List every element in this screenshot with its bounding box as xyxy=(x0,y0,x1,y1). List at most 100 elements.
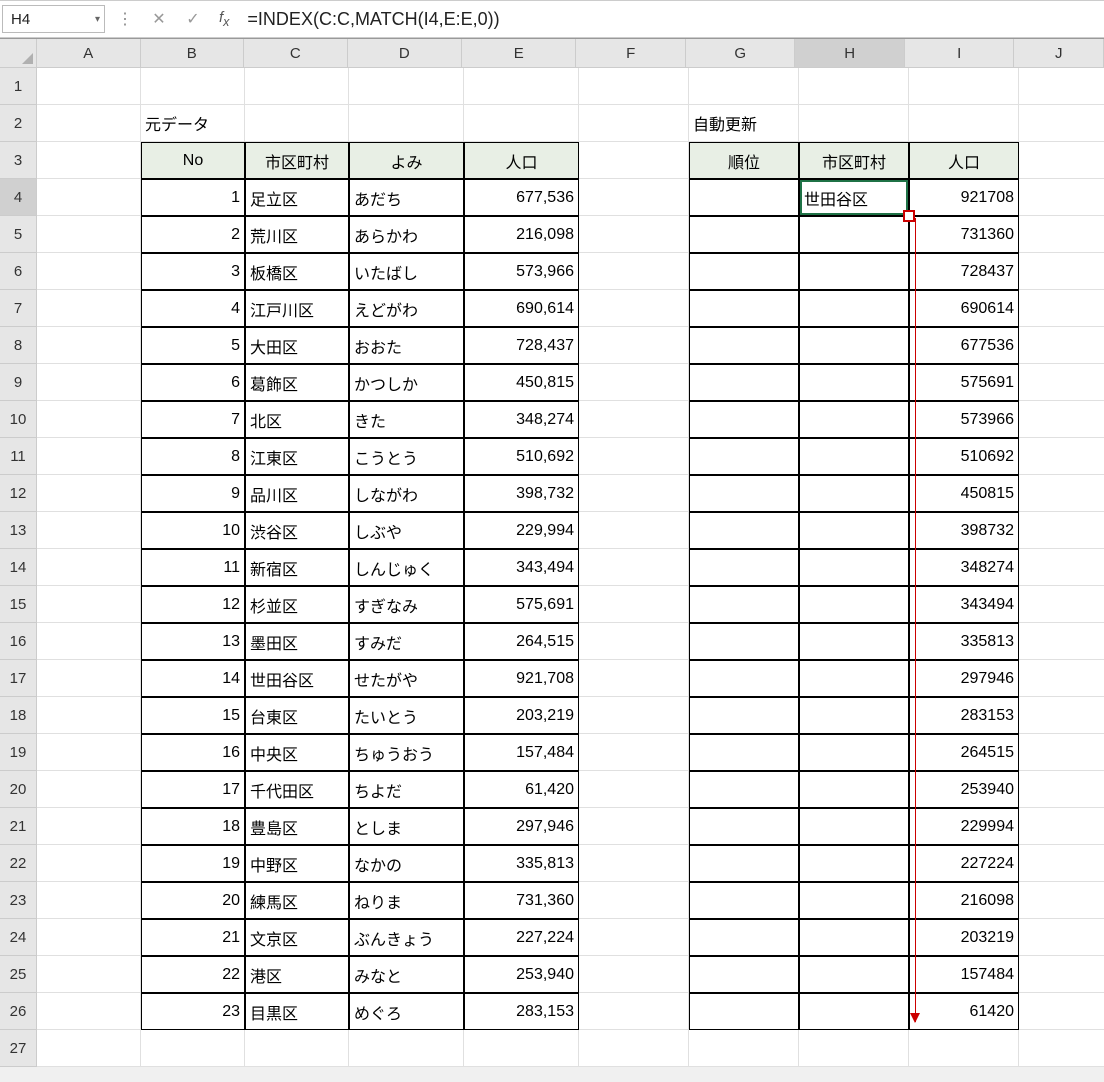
cell-C1[interactable] xyxy=(245,68,349,105)
cell-I17[interactable]: 297946 xyxy=(909,660,1019,697)
cell-D19[interactable]: ちゅうおう xyxy=(349,734,464,771)
cell-E16[interactable]: 264,515 xyxy=(464,623,579,660)
cell-C11[interactable]: 江東区 xyxy=(245,438,349,475)
cell-J21[interactable] xyxy=(1019,808,1104,845)
cell-F26[interactable] xyxy=(579,993,689,1030)
cell-F1[interactable] xyxy=(579,68,689,105)
cell-G9[interactable] xyxy=(689,364,799,401)
cell-A26[interactable] xyxy=(37,993,141,1030)
cell-H24[interactable] xyxy=(799,919,909,956)
cell-C22[interactable]: 中野区 xyxy=(245,845,349,882)
cell-E8[interactable]: 728,437 xyxy=(464,327,579,364)
cell-E17[interactable]: 921,708 xyxy=(464,660,579,697)
cell-A10[interactable] xyxy=(37,401,141,438)
cell-F10[interactable] xyxy=(579,401,689,438)
cell-G7[interactable] xyxy=(689,290,799,327)
cell-J10[interactable] xyxy=(1019,401,1104,438)
row-header[interactable]: 4 xyxy=(0,179,37,216)
cell-C9[interactable]: 葛飾区 xyxy=(245,364,349,401)
cell-J11[interactable] xyxy=(1019,438,1104,475)
cell-I3[interactable]: 人口 xyxy=(909,142,1019,179)
cell-D14[interactable]: しんじゅく xyxy=(349,549,464,586)
cell-J24[interactable] xyxy=(1019,919,1104,956)
cell-B6[interactable]: 3 xyxy=(141,253,245,290)
cell-D8[interactable]: おおた xyxy=(349,327,464,364)
cell-E3[interactable]: 人口 xyxy=(464,142,579,179)
cell-H27[interactable] xyxy=(799,1030,909,1067)
cell-B1[interactable] xyxy=(141,68,245,105)
cell-G1[interactable] xyxy=(689,68,799,105)
cell-G10[interactable] xyxy=(689,401,799,438)
cell-G15[interactable] xyxy=(689,586,799,623)
cell-E23[interactable]: 731,360 xyxy=(464,882,579,919)
row-header[interactable]: 5 xyxy=(0,216,37,253)
cell-H9[interactable] xyxy=(799,364,909,401)
cell-A20[interactable] xyxy=(37,771,141,808)
cell-D22[interactable]: なかの xyxy=(349,845,464,882)
cell-B27[interactable] xyxy=(141,1030,245,1067)
cell-H5[interactable] xyxy=(799,216,909,253)
cell-I21[interactable]: 229994 xyxy=(909,808,1019,845)
row-header[interactable]: 24 xyxy=(0,919,37,956)
cell-F23[interactable] xyxy=(579,882,689,919)
cell-G8[interactable] xyxy=(689,327,799,364)
cell-D20[interactable]: ちよだ xyxy=(349,771,464,808)
cell-E13[interactable]: 229,994 xyxy=(464,512,579,549)
cell-B12[interactable]: 9 xyxy=(141,475,245,512)
cell-G11[interactable] xyxy=(689,438,799,475)
cell-I9[interactable]: 575691 xyxy=(909,364,1019,401)
fill-handle[interactable] xyxy=(903,210,915,222)
cell-G2[interactable]: 自動更新 xyxy=(689,105,799,142)
column-header-G[interactable]: G xyxy=(686,39,795,67)
row-header[interactable]: 27 xyxy=(0,1030,37,1067)
cell-G4[interactable] xyxy=(689,179,799,216)
cell-J12[interactable] xyxy=(1019,475,1104,512)
cell-B16[interactable]: 13 xyxy=(141,623,245,660)
cell-H26[interactable] xyxy=(799,993,909,1030)
cell-C5[interactable]: 荒川区 xyxy=(245,216,349,253)
cell-J15[interactable] xyxy=(1019,586,1104,623)
cell-F21[interactable] xyxy=(579,808,689,845)
cell-A4[interactable] xyxy=(37,179,141,216)
cell-J23[interactable] xyxy=(1019,882,1104,919)
cell-D6[interactable]: いたばし xyxy=(349,253,464,290)
cell-A15[interactable] xyxy=(37,586,141,623)
column-header-A[interactable]: A xyxy=(37,39,141,67)
cell-G27[interactable] xyxy=(689,1030,799,1067)
row-header[interactable]: 3 xyxy=(0,142,37,179)
cell-G19[interactable] xyxy=(689,734,799,771)
cell-H12[interactable] xyxy=(799,475,909,512)
row-header[interactable]: 20 xyxy=(0,771,37,808)
cell-I26[interactable]: 61420 xyxy=(909,993,1019,1030)
cell-J3[interactable] xyxy=(1019,142,1104,179)
cell-B26[interactable]: 23 xyxy=(141,993,245,1030)
cell-G16[interactable] xyxy=(689,623,799,660)
cell-A8[interactable] xyxy=(37,327,141,364)
cell-I6[interactable]: 728437 xyxy=(909,253,1019,290)
cell-G18[interactable] xyxy=(689,697,799,734)
cell-B8[interactable]: 5 xyxy=(141,327,245,364)
cell-F4[interactable] xyxy=(579,179,689,216)
cell-G5[interactable] xyxy=(689,216,799,253)
cell-F18[interactable] xyxy=(579,697,689,734)
cell-I5[interactable]: 731360 xyxy=(909,216,1019,253)
cell-G3[interactable]: 順位 xyxy=(689,142,799,179)
cell-H8[interactable] xyxy=(799,327,909,364)
cell-J14[interactable] xyxy=(1019,549,1104,586)
cell-A9[interactable] xyxy=(37,364,141,401)
cell-B17[interactable]: 14 xyxy=(141,660,245,697)
cell-D16[interactable]: すみだ xyxy=(349,623,464,660)
cell-H22[interactable] xyxy=(799,845,909,882)
cell-A5[interactable] xyxy=(37,216,141,253)
row-header[interactable]: 11 xyxy=(0,438,37,475)
cell-H14[interactable] xyxy=(799,549,909,586)
cell-I22[interactable]: 227224 xyxy=(909,845,1019,882)
cell-C7[interactable]: 江戸川区 xyxy=(245,290,349,327)
cell-H19[interactable] xyxy=(799,734,909,771)
cell-J2[interactable] xyxy=(1019,105,1104,142)
cell-J4[interactable] xyxy=(1019,179,1104,216)
fx-icon[interactable]: fx xyxy=(213,9,235,29)
cell-B25[interactable]: 22 xyxy=(141,956,245,993)
cell-E6[interactable]: 573,966 xyxy=(464,253,579,290)
cell-B19[interactable]: 16 xyxy=(141,734,245,771)
